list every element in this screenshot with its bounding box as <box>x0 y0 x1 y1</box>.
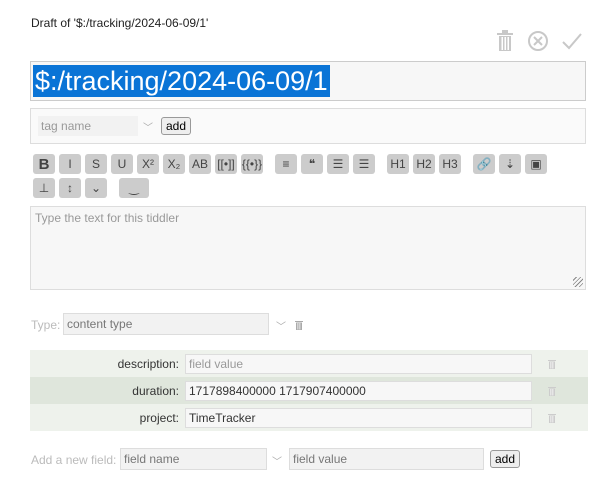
title-input[interactable]: $:/tracking/2024-06-09/1 <box>30 61 586 101</box>
quote-button[interactable]: ❝ <box>301 154 323 174</box>
editor-toolbar-row1: B I S U X² X₂ AB [[•]] {{•}} ≡ ❝ ☰ ☰ H1 H2 H3 🔗 ⇣ ▣ <box>33 154 547 174</box>
field-value-input[interactable]: field value <box>185 353 532 374</box>
type-input[interactable]: content type <box>63 313 269 335</box>
underline-button[interactable]: U <box>111 154 133 174</box>
transclude-button[interactable]: [[•]] <box>215 154 237 174</box>
delete-field-icon[interactable] <box>547 384 557 402</box>
heading-2-button[interactable]: H2 <box>413 154 435 174</box>
field-name: project: <box>139 410 179 425</box>
field-name: duration: <box>132 383 179 398</box>
excise-button[interactable]: ⇣ <box>499 154 521 174</box>
cancel-icon[interactable] <box>527 30 549 52</box>
bold-button[interactable]: B <box>33 154 55 174</box>
field-value-input[interactable]: 1717898400000 1717907400000 <box>185 380 532 401</box>
add-field-button[interactable]: add <box>490 450 521 468</box>
heading-3-button[interactable]: H3 <box>439 154 461 174</box>
picture-button[interactable]: ▣ <box>525 154 547 174</box>
delete-field-icon[interactable] <box>547 411 557 429</box>
strikethrough-button[interactable]: S <box>85 154 107 174</box>
draft-title: Draft of '$:/tracking/2024-06-09/1' <box>31 16 209 30</box>
editor-toolbar-row2: ⊥ ↕ ⌄ ‿ <box>33 178 149 198</box>
size-button[interactable]: ↕ <box>59 178 81 198</box>
delete-icon[interactable] <box>495 30 515 52</box>
field-row: description: field value <box>30 350 588 377</box>
new-field-name-input[interactable]: field name <box>120 448 267 470</box>
numbered-list-button[interactable]: ☰ <box>353 154 375 174</box>
bullet-list-button[interactable]: ☰ <box>327 154 349 174</box>
tags-editor: tag name ﹀ add <box>30 108 586 144</box>
italic-button[interactable]: I <box>59 154 81 174</box>
title-text: $:/tracking/2024-06-09/1 <box>33 65 330 97</box>
field-row: project: TimeTracker <box>30 404 588 431</box>
more-button[interactable]: ⌄ <box>85 178 107 198</box>
new-field-label: Add a new field: <box>31 453 117 467</box>
body-placeholder: Type the text for this tiddler <box>35 211 180 225</box>
field-name: description: <box>117 356 179 371</box>
add-tag-button[interactable]: add <box>161 117 192 135</box>
stamp-button[interactable]: ⊥ <box>33 178 55 198</box>
chevron-down-icon[interactable]: ﹀ <box>143 119 153 134</box>
tiddler-controls <box>495 30 583 52</box>
new-field-value-input[interactable]: field value <box>289 448 484 470</box>
field-row: duration: 1717898400000 1717907400000 <box>30 377 588 404</box>
macro-button[interactable]: {{•}} <box>241 154 263 174</box>
preview-button[interactable]: ‿ <box>119 178 149 198</box>
tag-name-input[interactable]: tag name <box>38 116 138 136</box>
field-value-input[interactable]: TimeTracker <box>185 407 532 428</box>
smallcaps-button[interactable]: AB <box>189 154 211 174</box>
monospaced-button[interactable]: ≡ <box>275 154 297 174</box>
body-textarea[interactable]: Type the text for this tiddler <box>30 206 586 290</box>
link-button[interactable]: 🔗 <box>473 154 495 174</box>
superscript-button[interactable]: X² <box>137 154 159 174</box>
delete-type-icon[interactable] <box>294 318 304 336</box>
resize-handle[interactable] <box>573 277 583 287</box>
heading-1-button[interactable]: H1 <box>387 154 409 174</box>
delete-field-icon[interactable] <box>547 357 557 375</box>
subscript-button[interactable]: X₂ <box>163 154 185 174</box>
chevron-down-icon[interactable]: ﹀ <box>272 453 282 468</box>
fields-table: description: field value duration: 17178… <box>30 350 588 431</box>
chevron-down-icon[interactable]: ﹀ <box>276 318 286 333</box>
save-icon[interactable] <box>561 30 583 52</box>
type-label: Type: <box>31 318 61 332</box>
